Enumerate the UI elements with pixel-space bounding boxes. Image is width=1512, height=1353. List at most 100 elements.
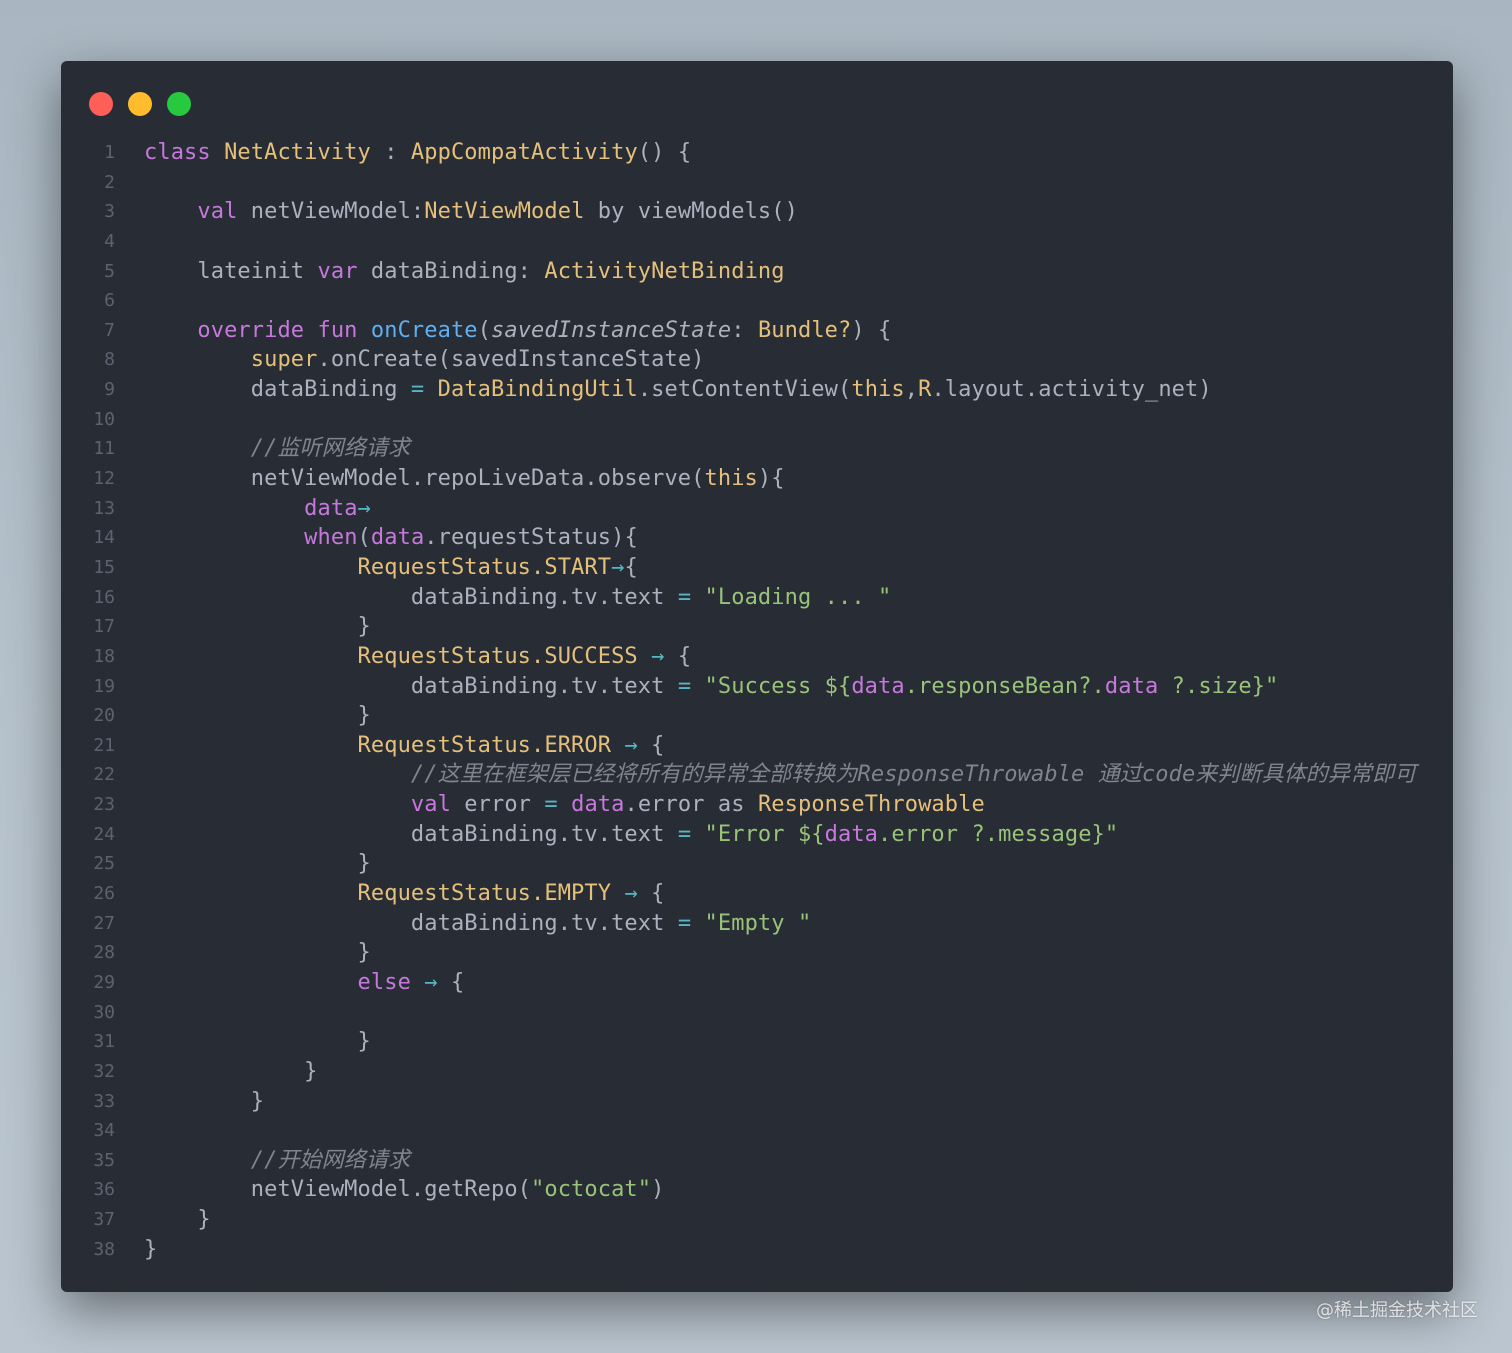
code-line: 22 //这里在框架层已经将所有的异常全部转换为ResponseThrowabl… bbox=[61, 760, 1453, 790]
line-source: } bbox=[115, 1057, 318, 1087]
code-token: .setContentView( bbox=[637, 377, 852, 403]
line-source bbox=[115, 227, 144, 257]
line-number: 12 bbox=[93, 468, 115, 490]
code-token: dataBinding bbox=[144, 377, 411, 403]
code-line: 21 RequestStatus.ERROR → { bbox=[61, 731, 1453, 761]
code-line: 26 RequestStatus.EMPTY → { bbox=[61, 879, 1453, 909]
window-controls bbox=[89, 92, 191, 116]
code-line: 37 } bbox=[61, 1205, 1453, 1235]
line-number: 9 bbox=[104, 379, 115, 401]
line-number: 26 bbox=[93, 883, 115, 905]
code-line: 32 } bbox=[61, 1057, 1453, 1087]
line-source: dataBinding.tv.text = "Empty " bbox=[115, 909, 811, 939]
code-token: ) { bbox=[851, 317, 892, 343]
code-token: { bbox=[637, 732, 665, 758]
code-token: ( bbox=[477, 317, 492, 343]
code-token: RequestStatus.ERROR bbox=[357, 732, 612, 758]
code-token: , bbox=[904, 377, 919, 403]
code-token: } bbox=[144, 1236, 158, 1262]
code-line: 15 RequestStatus.START→{ bbox=[61, 553, 1453, 583]
code-line: 11 //监听网络请求 bbox=[61, 434, 1453, 464]
code-token: { bbox=[437, 969, 465, 995]
line-source: //这里在框架层已经将所有的异常全部转换为ResponseThrowable 通… bbox=[115, 760, 1416, 790]
code-line: 2 bbox=[61, 168, 1453, 198]
code-token: var bbox=[317, 258, 371, 284]
code-token: data bbox=[824, 821, 879, 847]
line-source: RequestStatus.SUCCESS → { bbox=[115, 642, 692, 672]
code-token: = bbox=[677, 910, 692, 936]
code-token: → bbox=[651, 643, 665, 669]
code-token: dataBinding.tv.text bbox=[144, 821, 678, 847]
code-line: 4 bbox=[61, 227, 1453, 257]
line-source: override fun onCreate(savedInstanceState… bbox=[115, 316, 891, 346]
code-token: data bbox=[851, 673, 905, 699]
code-line: 7 override fun onCreate(savedInstanceSta… bbox=[61, 316, 1453, 346]
code-token: } bbox=[144, 1058, 318, 1084]
minimize-dot-icon[interactable] bbox=[128, 92, 152, 116]
line-number: 11 bbox=[93, 438, 115, 460]
code-token: "Error ${ bbox=[704, 821, 825, 847]
line-source: else → { bbox=[115, 968, 465, 998]
line-source bbox=[115, 405, 144, 435]
code-token: DataBindingUtil bbox=[437, 377, 638, 403]
code-token: } bbox=[144, 940, 371, 966]
code-token: onCreate bbox=[370, 317, 478, 343]
line-number: 27 bbox=[93, 912, 115, 934]
line-number: 21 bbox=[93, 734, 115, 756]
code-token: .onCreate(savedInstanceState) bbox=[317, 347, 705, 373]
code-token: } bbox=[144, 1029, 371, 1055]
line-source: dataBinding = DataBindingUtil.setContent… bbox=[115, 375, 1212, 405]
code-editor: 1 class NetActivity : AppCompatActivity()… bbox=[61, 138, 1453, 1264]
code-token: } bbox=[144, 614, 371, 640]
line-number: 19 bbox=[93, 675, 115, 697]
line-number: 34 bbox=[93, 1120, 115, 1142]
line-source: } bbox=[115, 1027, 371, 1057]
code-token: data bbox=[1104, 673, 1159, 699]
code-line: 16 dataBinding.tv.text = "Loading ... " bbox=[61, 583, 1453, 613]
code-line: 25 } bbox=[61, 849, 1453, 879]
code-token: = bbox=[677, 584, 692, 610]
code-token: { bbox=[664, 643, 692, 669]
code-line: 20 } bbox=[61, 701, 1453, 731]
code-token: "octocat" bbox=[531, 1177, 652, 1203]
code-token: ActivityNetBinding bbox=[544, 258, 785, 284]
line-number: 35 bbox=[93, 1149, 115, 1171]
line-source: } bbox=[115, 701, 371, 731]
line-source: dataBinding.tv.text = "Error ${data.erro… bbox=[115, 820, 1118, 850]
code-line: 3 val netViewModel:NetViewModel by viewM… bbox=[61, 197, 1453, 227]
maximize-dot-icon[interactable] bbox=[167, 92, 191, 116]
line-number: 16 bbox=[93, 586, 115, 608]
code-token: netViewModel: bbox=[250, 199, 425, 225]
code-token: → bbox=[357, 495, 371, 521]
code-line: 30 bbox=[61, 998, 1453, 1028]
line-source: RequestStatus.ERROR → { bbox=[115, 731, 665, 761]
code-line: 12 netViewModel.repoLiveData.observe(thi… bbox=[61, 464, 1453, 494]
line-number: 22 bbox=[93, 764, 115, 786]
code-line: 33 } bbox=[61, 1087, 1453, 1117]
line-number: 15 bbox=[93, 556, 115, 578]
line-number: 38 bbox=[93, 1238, 115, 1260]
code-token: this bbox=[704, 466, 758, 492]
code-line: 27 dataBinding.tv.text = "Empty " bbox=[61, 909, 1453, 939]
line-number: 8 bbox=[104, 349, 115, 371]
code-token: netViewModel.getRepo( bbox=[144, 1177, 532, 1203]
close-dot-icon[interactable] bbox=[89, 92, 113, 116]
code-token: by viewModels() bbox=[584, 199, 798, 225]
line-number: 7 bbox=[104, 319, 115, 341]
line-source: when(data.requestStatus){ bbox=[115, 523, 638, 553]
line-number: 20 bbox=[93, 705, 115, 727]
code-token: super bbox=[250, 347, 318, 373]
code-token: //开始网络请求 bbox=[250, 1147, 411, 1173]
line-source: } bbox=[115, 1087, 264, 1117]
